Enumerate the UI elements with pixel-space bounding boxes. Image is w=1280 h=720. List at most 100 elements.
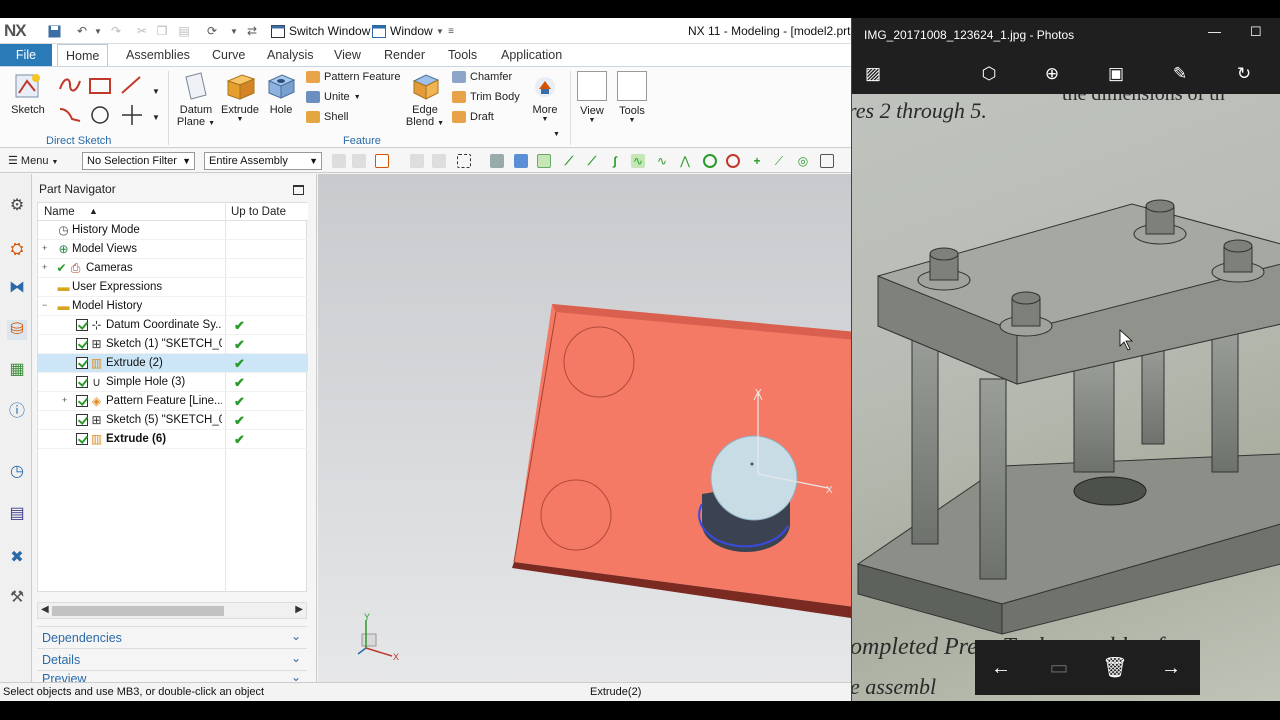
menu-button[interactable]: ☰ Menu ▼ xyxy=(8,154,58,167)
collection-icon[interactable]: ▨ xyxy=(861,62,885,86)
rotate-icon[interactable]: ↻ xyxy=(1232,62,1256,86)
reuse-library-icon[interactable]: ▦ xyxy=(7,360,27,380)
share-icon[interactable]: ⬡ xyxy=(977,62,1001,86)
column-name[interactable]: Name xyxy=(44,206,75,218)
cut-icon[interactable]: ✂ xyxy=(134,23,150,39)
tools-gallery-button[interactable]: Tools ▼ xyxy=(616,71,648,124)
scroll-left-icon[interactable]: ◀ xyxy=(41,604,49,615)
tab-application[interactable]: Application xyxy=(493,44,570,66)
snap-icon-3[interactable] xyxy=(410,154,424,168)
tree-row-feature-selected[interactable]: ▥ Extrude (2) ✔ xyxy=(38,354,308,373)
tree-row-model-views[interactable]: + ⊕ Model Views xyxy=(38,240,308,259)
feature-checkbox[interactable] xyxy=(76,414,88,426)
expand-icon[interactable]: + xyxy=(42,262,47,272)
intersection-snap-icon[interactable]: ∿ xyxy=(631,154,645,168)
roles-icon[interactable]: ⚒ xyxy=(7,588,27,608)
unite-dropdown-icon[interactable]: ▼ xyxy=(354,94,361,101)
panel-details[interactable]: Details ⌄ xyxy=(37,648,307,670)
tree-row-feature[interactable]: ⊞ Sketch (5) "SKETCH_0... ✔ xyxy=(38,411,308,430)
previous-arrow-icon[interactable]: ← xyxy=(987,654,1015,682)
tangent-snap-icon[interactable] xyxy=(726,154,740,168)
tab-file[interactable]: File xyxy=(0,44,52,66)
settings-gear-icon[interactable]: ⚙ xyxy=(7,196,27,216)
expand-icon[interactable]: + xyxy=(42,243,47,253)
snap-point-icon[interactable] xyxy=(537,154,551,168)
repeat-command-icon[interactable]: ⟳ xyxy=(204,23,220,39)
process-studio-icon[interactable]: ✖ xyxy=(7,548,27,568)
feature-checkbox[interactable] xyxy=(76,357,88,369)
qa-customize-icon[interactable]: ≡ xyxy=(443,23,459,39)
collapse-icon[interactable]: − xyxy=(42,300,47,310)
slideshow-icon[interactable]: ▣ xyxy=(1104,62,1128,86)
bounded-grid-snap-icon[interactable] xyxy=(820,154,834,168)
tree-row-feature[interactable]: ⊞ Sketch (1) "SKETCH_0... ✔ xyxy=(38,335,308,354)
column-up-to-date[interactable]: Up to Date xyxy=(231,206,286,218)
tree-row-feature-current[interactable]: ▥ Extrude (6) ✔ xyxy=(38,430,308,449)
horizontal-scrollbar[interactable]: ◀ ▶ xyxy=(37,602,307,619)
feature-checkbox[interactable] xyxy=(76,433,88,445)
part-navigator-icon[interactable]: ⛁ xyxy=(7,320,27,340)
maximize-panel-icon[interactable] xyxy=(293,185,304,195)
tab-render[interactable]: Render xyxy=(376,44,433,66)
feature-checkbox[interactable] xyxy=(76,395,88,407)
hole-button[interactable]: Hole xyxy=(264,71,298,116)
tree-row-feature[interactable]: ⊹ Datum Coordinate Sy... ✔ xyxy=(38,316,308,335)
window-menu[interactable]: Window xyxy=(390,24,433,38)
point-on-face-snap-icon[interactable]: ◎ xyxy=(796,154,810,168)
photo-image[interactable]: res 2 through 5. the dimensions of th om… xyxy=(852,94,1280,701)
panel-dependencies[interactable]: Dependencies ⌄ xyxy=(37,626,307,648)
unite-button[interactable]: Unite ▼ xyxy=(306,91,361,103)
panel-preview[interactable]: Preview ⌄ xyxy=(37,670,307,686)
scrollbar-thumb[interactable] xyxy=(52,606,224,616)
next-arrow-icon[interactable]: → xyxy=(1157,654,1185,682)
endpoint-snap-icon[interactable]: ⟋ xyxy=(562,154,576,168)
existing-point-snap-icon[interactable]: + xyxy=(750,154,764,168)
feature-checkbox[interactable] xyxy=(76,338,88,350)
feature-checkbox[interactable] xyxy=(76,319,88,331)
history-icon[interactable]: ◷ xyxy=(7,462,27,482)
constraint-navigator-icon[interactable]: ⧓ xyxy=(7,278,27,298)
select-body-icon[interactable] xyxy=(490,154,504,168)
arc-center-snap-icon[interactable] xyxy=(703,154,717,168)
graphics-window[interactable]: Y X Y X xyxy=(318,174,851,682)
web-browser-icon[interactable]: ⓘ xyxy=(7,402,27,422)
tab-curve[interactable]: Curve xyxy=(204,44,253,66)
expand-icon[interactable]: + xyxy=(62,395,67,405)
sketch-gallery-dropdown-icon[interactable]: ▼ xyxy=(152,113,160,122)
switch-window-button[interactable]: Switch Window xyxy=(289,24,370,38)
minimize-icon[interactable]: — xyxy=(1208,24,1221,39)
switch-window-icon[interactable] xyxy=(270,23,286,39)
tab-home[interactable]: Home xyxy=(57,44,109,67)
tab-tools[interactable]: Tools xyxy=(440,44,485,66)
more-button[interactable]: More ▼ xyxy=(528,71,562,123)
scroll-right-icon[interactable]: ▶ xyxy=(295,604,303,615)
tab-view[interactable]: View xyxy=(326,44,369,66)
feature-checkbox[interactable] xyxy=(76,376,88,388)
edit-icon[interactable]: ✎ xyxy=(1168,62,1192,86)
datum-plane-button[interactable]: Datum Plane ▼ xyxy=(176,71,216,128)
tree-row-cameras[interactable]: + ✔ ⎙ Cameras xyxy=(38,259,308,278)
redo-icon[interactable]: ↷ xyxy=(108,23,124,39)
view-gallery-button[interactable]: View ▼ xyxy=(576,71,608,124)
quadrant-snap-icon[interactable]: ⋀ xyxy=(678,154,692,168)
maximize-icon[interactable]: ☐ xyxy=(1250,24,1262,40)
paste-icon[interactable]: ▤ xyxy=(176,23,192,39)
rectangle-select-icon[interactable] xyxy=(457,154,471,168)
delete-icon[interactable]: 🗑 xyxy=(1101,654,1129,682)
tree-row-user-expressions[interactable]: ▬ User Expressions xyxy=(38,278,308,297)
select-face-icon[interactable] xyxy=(514,154,528,168)
curve-snap-icon[interactable]: ∿ xyxy=(655,154,669,168)
copy-icon[interactable]: ❐ xyxy=(154,23,170,39)
selection-filter-dropdown[interactable]: No Selection Filter ▼ xyxy=(82,152,195,170)
undo-icon[interactable]: ↶ xyxy=(74,23,90,39)
sketch-button[interactable]: Sketch xyxy=(8,71,48,116)
tree-row-history-mode[interactable]: ◷ History Mode xyxy=(38,221,308,240)
select-features-icon[interactable] xyxy=(375,154,389,168)
tree-row-feature[interactable]: ∪ Simple Hole (3) ✔ xyxy=(38,373,308,392)
snap-icon-4[interactable] xyxy=(432,154,446,168)
shell-button[interactable]: Shell xyxy=(306,111,348,123)
repeat-dropdown-icon[interactable]: ▼ xyxy=(226,23,242,39)
draft-button[interactable]: Draft xyxy=(452,111,494,123)
visualization-icon[interactable]: ▤ xyxy=(7,504,27,524)
pattern-feature-button[interactable]: Pattern Feature xyxy=(306,71,400,83)
